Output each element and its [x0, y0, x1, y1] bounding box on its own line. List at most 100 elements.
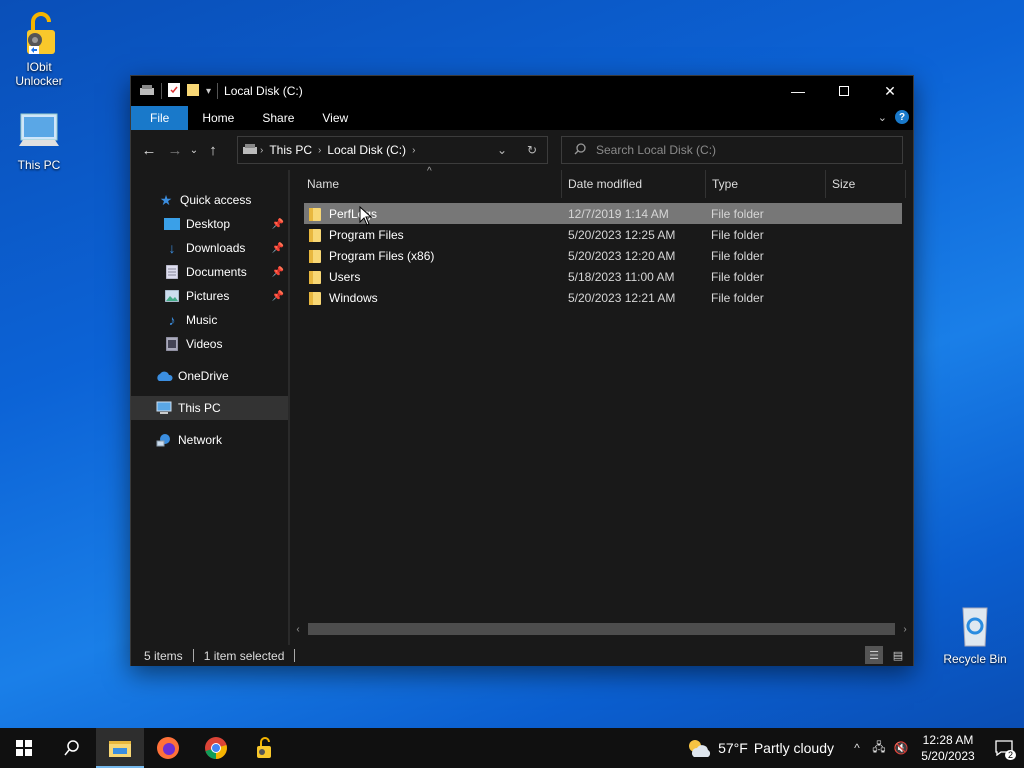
properties-icon[interactable] — [168, 82, 180, 100]
taskbar-iobit-unlocker[interactable] — [240, 728, 288, 768]
back-button[interactable]: ← — [136, 137, 162, 163]
address-dropdown-icon[interactable]: ⌄ — [487, 143, 517, 157]
folder-icon — [308, 249, 322, 263]
nav-item-documents[interactable]: Documents 📌 — [131, 260, 288, 284]
star-icon: ★ — [159, 191, 173, 208]
nav-item-onedrive[interactable]: OneDrive — [131, 364, 288, 388]
nav-item-downloads[interactable]: ↓ Downloads 📌 — [131, 236, 288, 260]
lock-icon — [257, 737, 271, 758]
nav-item-pictures[interactable]: Pictures 📌 — [131, 284, 288, 308]
divider — [217, 83, 219, 99]
refresh-icon[interactable]: ↻ — [517, 143, 547, 157]
scroll-left-icon[interactable]: ‹ — [290, 624, 306, 635]
file-row[interactable]: Windows 5/20/2023 12:21 AM File folder — [304, 287, 902, 308]
details-view-icon[interactable]: ☰ — [865, 646, 883, 664]
folder-icon — [308, 291, 322, 305]
pin-icon[interactable]: 📌 — [272, 267, 284, 278]
taskbar-file-explorer[interactable] — [96, 728, 144, 768]
desktop-icon-iobit-unlocker[interactable]: IObit Unlocker — [1, 10, 77, 88]
chrome-icon — [205, 737, 227, 759]
desktop-icon-this-pc[interactable]: This PC — [1, 108, 77, 172]
pin-icon[interactable]: 📌 — [272, 219, 284, 230]
customize-qat-icon[interactable]: ▾ — [206, 86, 211, 97]
clock-date: 5/20/2023 — [921, 749, 975, 763]
search-input[interactable] — [596, 143, 876, 157]
sort-ascending-icon: ^ — [427, 166, 432, 177]
desktop-icon-label: This PC — [17, 158, 61, 172]
column-header-date-modified[interactable]: Date modified — [562, 170, 706, 198]
ribbon-tabs: File Home Share View ⌄ ? — [131, 106, 913, 130]
scroll-right-icon[interactable]: › — [897, 624, 913, 635]
pin-icon[interactable]: 📌 — [272, 243, 284, 254]
status-bar: 5 items 1 item selected ☰ ▤ — [131, 645, 913, 666]
tab-view[interactable]: View — [308, 106, 362, 130]
taskbar-firefox[interactable] — [144, 728, 192, 768]
new-folder-icon[interactable] — [186, 83, 200, 100]
file-explorer-window: ▾ Local Disk (C:) — ✕ File Home Share Vi… — [130, 75, 914, 666]
up-button[interactable]: ↑ — [200, 137, 226, 163]
clock-time: 12:28 AM — [922, 733, 974, 747]
maximize-button[interactable] — [821, 76, 867, 106]
large-icons-view-icon[interactable]: ▤ — [889, 646, 907, 664]
clock[interactable]: 12:28 AM 5/20/2023 — [912, 732, 984, 764]
file-row[interactable]: Program Files (x86) 5/20/2023 12:20 AM F… — [304, 245, 902, 266]
breadcrumb-this-pc[interactable]: This PC — [269, 143, 312, 157]
title-bar[interactable]: ▾ Local Disk (C:) — ✕ — [131, 76, 913, 106]
windows-logo-icon — [16, 740, 32, 756]
selection-count: 1 item selected — [203, 648, 285, 663]
file-row[interactable]: PerfLogs 12/7/2019 1:14 AM File folder — [304, 203, 902, 226]
nav-item-videos[interactable]: Videos — [131, 332, 288, 356]
close-button[interactable]: ✕ — [867, 76, 913, 106]
column-header-size[interactable]: Size — [826, 170, 906, 198]
weather-widget[interactable]: 57°F Partly cloudy — [686, 737, 834, 759]
quick-access-toolbar: ▾ — [131, 76, 219, 106]
item-count: 5 items — [144, 648, 183, 663]
chevron-right-icon[interactable]: › — [260, 145, 263, 156]
tab-share[interactable]: Share — [248, 106, 308, 130]
address-bar[interactable]: › This PC › Local Disk (C:) › ⌄ ↻ — [237, 136, 548, 164]
search-button[interactable] — [48, 728, 96, 768]
search-box[interactable] — [561, 136, 903, 164]
file-row[interactable]: Program Files 5/20/2023 12:25 AM File fo… — [304, 224, 902, 245]
scrollbar-thumb[interactable] — [308, 623, 895, 635]
search-icon — [64, 740, 79, 756]
pictures-icon — [163, 288, 181, 304]
videos-icon — [163, 336, 181, 352]
nav-item-network[interactable]: Network — [131, 428, 288, 452]
network-icon[interactable]: 🖧 — [868, 738, 890, 759]
file-row[interactable]: Users 5/18/2023 11:00 AM File folder — [304, 266, 902, 287]
show-hidden-icons-chevron-icon[interactable]: ^ — [846, 741, 868, 755]
nav-item-desktop[interactable]: Desktop 📌 — [131, 212, 288, 236]
recent-locations-icon[interactable]: ⌄ — [188, 137, 200, 163]
taskbar-chrome[interactable] — [192, 728, 240, 768]
desktop-icon-recycle-bin[interactable]: Recycle Bin — [937, 602, 1013, 666]
horizontal-scrollbar[interactable]: ‹ › — [290, 621, 913, 637]
tab-home[interactable]: Home — [188, 106, 248, 130]
help-icon[interactable]: ? — [895, 110, 909, 124]
minimize-button[interactable]: — — [775, 76, 821, 106]
nav-item-this-pc[interactable]: This PC — [131, 396, 288, 420]
tab-file[interactable]: File — [131, 106, 189, 130]
chevron-right-icon[interactable]: › — [318, 145, 321, 156]
breadcrumb-local-disk[interactable]: Local Disk (C:) — [327, 143, 406, 157]
start-button[interactable] — [0, 728, 48, 768]
column-header-name[interactable]: Name ^ — [290, 166, 562, 198]
search-icon — [574, 142, 586, 158]
weather-temperature: 57°F — [718, 740, 748, 756]
file-list: PerfLogs 12/7/2019 1:14 AM File folder P… — [304, 203, 902, 308]
computer-icon — [15, 108, 63, 156]
folder-icon — [308, 228, 322, 242]
forward-button[interactable]: → — [162, 137, 188, 163]
volume-muted-icon[interactable]: 🔇 — [890, 741, 912, 755]
pin-icon[interactable]: 📌 — [272, 291, 284, 302]
chevron-right-icon[interactable]: › — [412, 145, 415, 156]
firefox-icon — [157, 737, 179, 759]
nav-item-music[interactable]: ♪ Music — [131, 308, 288, 332]
expand-ribbon-icon[interactable]: ⌄ — [878, 111, 887, 124]
folder-icon — [308, 207, 322, 221]
column-header-type[interactable]: Type — [706, 170, 826, 198]
action-center-button[interactable]: 2 — [984, 728, 1024, 768]
nav-item-quick-access[interactable]: ★ Quick access — [131, 188, 288, 212]
drive-icon — [242, 143, 258, 158]
system-tray: 57°F Partly cloudy ^ 🖧 🔇 12:28 AM 5/20/2… — [686, 728, 1024, 768]
